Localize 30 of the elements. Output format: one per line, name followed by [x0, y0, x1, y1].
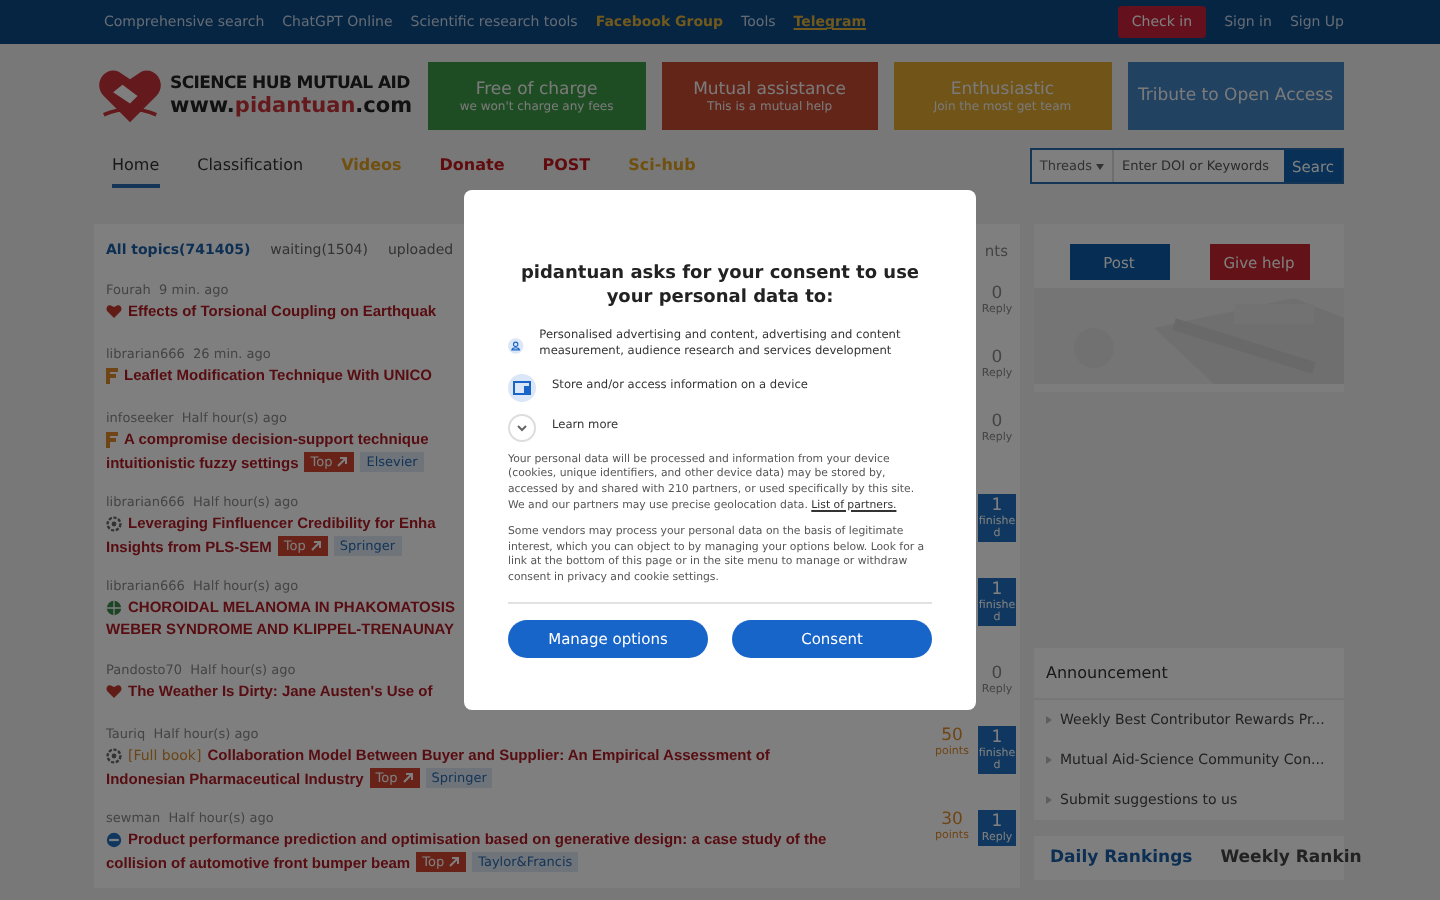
- external-link-icon: [309, 540, 322, 552]
- dialog-title: pidantuan asks for your consent to use your personal data to:: [518, 262, 922, 311]
- external-link-icon: [448, 856, 461, 868]
- heart-icon: [106, 304, 122, 318]
- chevron-down-icon[interactable]: [508, 413, 536, 442]
- gear-icon: [106, 515, 122, 531]
- bullet-icon: [1046, 756, 1052, 764]
- globe-icon: [106, 599, 122, 615]
- file-icon: [106, 431, 118, 447]
- logo-title: SCIENCE HUB MUTUAL AID: [170, 74, 410, 94]
- caret-icon: [1096, 163, 1104, 169]
- panel-title: Announcement: [1034, 648, 1344, 700]
- logo-url: www.pidantuan.com: [170, 94, 413, 118]
- external-link-icon: [336, 456, 349, 468]
- bullet-icon: [1046, 796, 1052, 804]
- gear-icon: [106, 747, 122, 763]
- rankings-tab[interactable]: Weekly Rankin: [1220, 848, 1362, 868]
- rankings-tab[interactable]: Daily Rankings: [1050, 848, 1193, 868]
- heart-handshake-logo: [96, 66, 164, 126]
- file-icon: [106, 367, 118, 383]
- nav-tab[interactable]: Classification: [197, 156, 304, 188]
- bullet-icon: [1046, 716, 1052, 724]
- minus-circle-icon: [106, 831, 122, 847]
- nav-tab[interactable]: POST: [542, 156, 591, 188]
- device-icon: [508, 373, 536, 402]
- heart-icon: [106, 684, 122, 698]
- feature-banner: Tribute to Open Access: [1127, 62, 1344, 130]
- nav-tab[interactable]: Donate: [439, 156, 505, 188]
- nav-tab[interactable]: Home: [112, 156, 160, 188]
- external-link-icon: [401, 772, 414, 784]
